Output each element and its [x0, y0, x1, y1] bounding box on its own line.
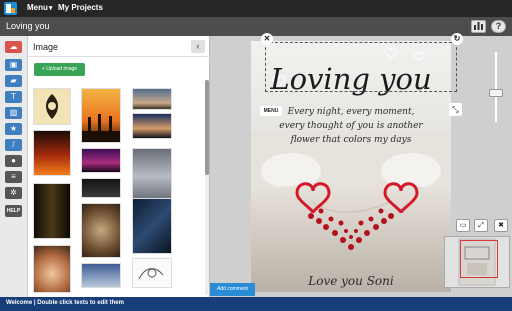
magic-wand-icon[interactable]: /: [5, 139, 22, 151]
tribal-design-icon: [46, 94, 58, 119]
stats-button[interactable]: [471, 20, 486, 33]
my-projects-link[interactable]: My Projects: [58, 3, 103, 12]
document-title[interactable]: Loving you: [6, 21, 50, 31]
zoom-slider-knob[interactable]: [489, 89, 503, 97]
users-icon[interactable]: ●: [5, 155, 22, 167]
save-icon[interactable]: ▣: [5, 59, 22, 71]
top-menu-bar: Menu▾ My Projects: [0, 0, 512, 17]
title-bar: Loving you ?: [0, 17, 512, 36]
panel-header: Image ‹: [28, 36, 210, 57]
signature-text[interactable]: Love you Soni: [251, 274, 451, 288]
star-icon[interactable]: ★: [5, 123, 22, 135]
image-thumbnail[interactable]: [81, 203, 121, 258]
image-thumbnail[interactable]: [33, 130, 71, 176]
help-button[interactable]: ?: [491, 20, 506, 33]
image-icon[interactable]: ▨: [5, 107, 22, 119]
sketch-drawing-icon: [138, 268, 164, 280]
add-comment-button[interactable]: Add comment: [210, 283, 255, 296]
text-selection-box[interactable]: [265, 42, 457, 92]
image-thumbnail[interactable]: [33, 245, 71, 293]
folder-icon[interactable]: ▰: [5, 75, 22, 87]
verse-line[interactable]: every thought of you is another: [251, 121, 451, 131]
resize-handle-icon[interactable]: ⤡: [449, 103, 462, 116]
panel-scrollbar-thumb[interactable]: [205, 80, 209, 175]
image-thumbnail[interactable]: [132, 113, 172, 139]
image-thumbnail[interactable]: [132, 88, 172, 110]
image-thumbnail[interactable]: [132, 198, 172, 254]
silhouette-figures-icon: [82, 114, 120, 142]
chevron-down-icon: ▾: [48, 5, 53, 12]
rotate-icon[interactable]: ↻: [451, 33, 463, 45]
verse-line[interactable]: flower that colors my days: [251, 135, 451, 145]
image-thumbnail[interactable]: [33, 88, 71, 125]
image-thumbnail[interactable]: [81, 88, 121, 143]
app-logo[interactable]: [4, 2, 17, 15]
fit-screen-button[interactable]: ⤢: [474, 219, 488, 232]
fullscreen-button[interactable]: ✖: [494, 219, 508, 232]
image-thumbnail[interactable]: [81, 178, 121, 198]
text-icon[interactable]: T: [5, 91, 22, 103]
panel-title: Image: [33, 42, 59, 52]
cloud-upload-icon[interactable]: ☁: [5, 41, 22, 53]
status-message: Welcome | Double click texts to edit the…: [6, 300, 124, 306]
image-thumbnail[interactable]: [132, 148, 172, 205]
left-toolbar: ☁ ▣ ▰ T ▨ ★ / ● ≡ ✲ HELP: [0, 36, 28, 297]
upload-image-button[interactable]: + Upload image: [34, 63, 85, 76]
list-icon[interactable]: ≡: [5, 171, 22, 183]
image-thumbnail[interactable]: [33, 183, 71, 239]
status-bar: Welcome | Double click texts to edit the…: [0, 297, 512, 311]
help-tool-button[interactable]: HELP: [5, 205, 22, 217]
upload-label: Upload image: [46, 66, 78, 72]
menu-label: Menu: [27, 3, 48, 12]
image-thumbnail[interactable]: [81, 263, 121, 288]
close-icon[interactable]: ✕: [261, 33, 273, 45]
bar-chart-icon: [474, 22, 483, 30]
image-panel: Image ‹ + Upload image: [28, 36, 210, 297]
preview-button[interactable]: ▭: [456, 219, 470, 232]
element-menu-button[interactable]: MENU: [260, 106, 282, 116]
gear-icon[interactable]: ✲: [5, 187, 22, 199]
zoom-slider-track[interactable]: [495, 52, 497, 122]
image-thumbnail[interactable]: [132, 258, 172, 288]
question-icon: ?: [495, 21, 502, 31]
collapse-panel-button[interactable]: ‹: [191, 40, 205, 53]
image-thumbnail[interactable]: [81, 148, 121, 173]
menu-dropdown[interactable]: Menu▾: [27, 3, 52, 12]
minimap-viewport[interactable]: [460, 240, 498, 278]
